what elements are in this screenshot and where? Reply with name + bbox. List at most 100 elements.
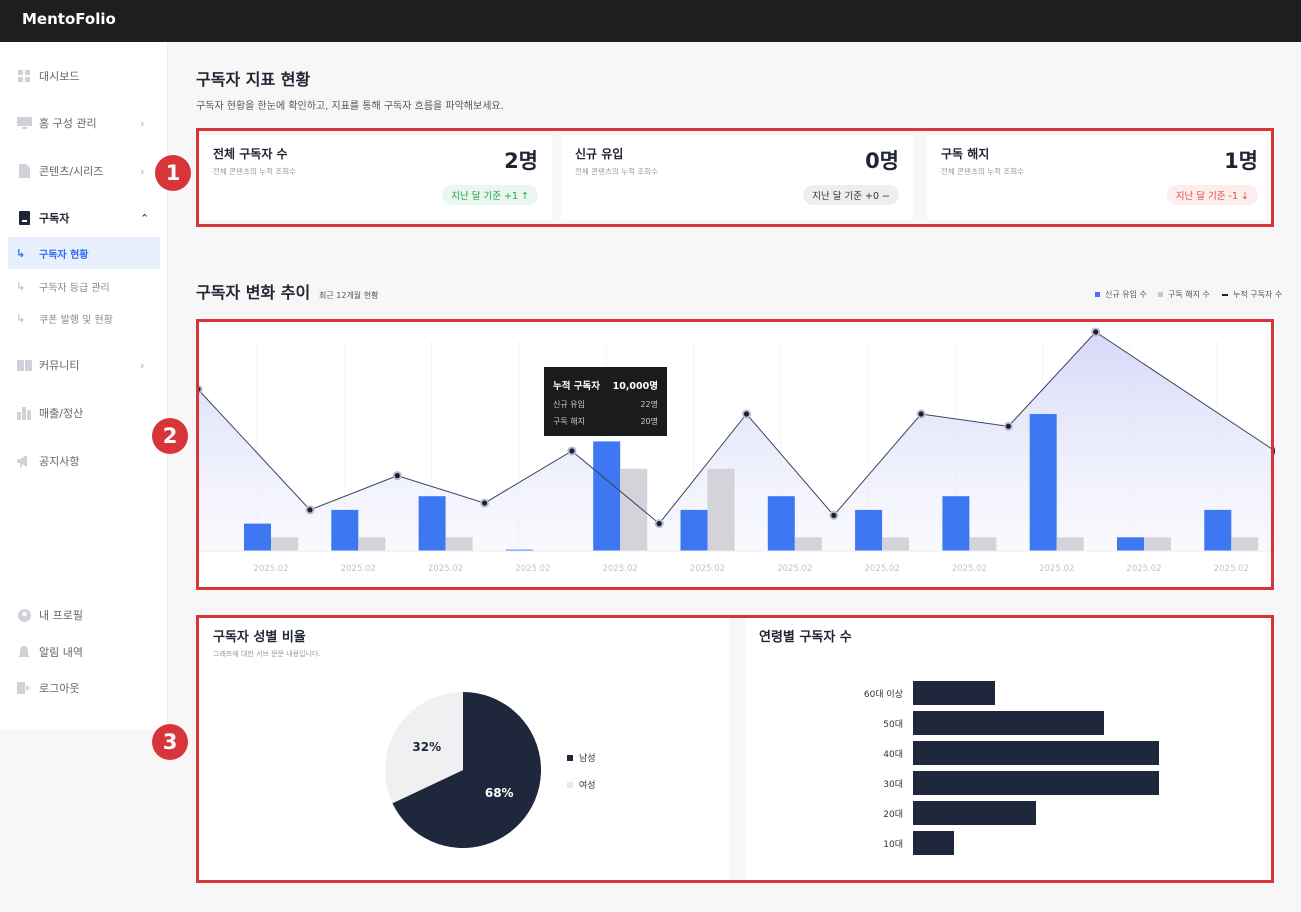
sidebar-item-label: 로그아웃 bbox=[39, 682, 80, 695]
sidebar-item-label: 알림 내역 bbox=[39, 646, 83, 659]
sub-arrow-icon: ↳ bbox=[16, 279, 26, 293]
logout-icon bbox=[16, 681, 32, 695]
trend-title: 구독자 변화 추이 bbox=[196, 283, 311, 302]
card-value: 0명 bbox=[865, 149, 899, 173]
bar-new-subscribers bbox=[1029, 414, 1057, 551]
legend-label: 남성 bbox=[579, 754, 596, 764]
sidebar-item-logout[interactable]: 로그아웃 bbox=[0, 672, 160, 704]
line-point bbox=[743, 411, 750, 417]
bar-cancelled-subscribers bbox=[1231, 537, 1259, 551]
line-point bbox=[1093, 329, 1099, 335]
sidebar-item-dashboard[interactable]: 대시보드 bbox=[0, 60, 160, 92]
gender-pie-svg: 68% 32% bbox=[385, 692, 541, 848]
card-subtitle: 전체 콘텐츠의 누적 조회수 bbox=[575, 167, 659, 176]
sidebar-item-subscriber[interactable]: 구독자 ⌃ bbox=[0, 202, 160, 234]
age-bar bbox=[913, 801, 1036, 825]
sidebar-item-label: 홈 구성 관리 bbox=[39, 117, 97, 130]
card-value: 2명 bbox=[504, 149, 538, 173]
bar-new-subscribers bbox=[244, 523, 271, 551]
chevron-right-icon: › bbox=[140, 358, 145, 372]
bar-new-subscribers bbox=[855, 509, 883, 551]
line-point bbox=[918, 411, 924, 417]
age-bar bbox=[913, 771, 1159, 795]
bar-cancelled-subscribers bbox=[271, 537, 298, 551]
marker-2: 2 bbox=[152, 418, 188, 454]
bar-new-subscribers bbox=[331, 509, 359, 551]
legend-label: 누적 구독자 수 bbox=[1233, 290, 1283, 299]
sidebar-item-label: 콘텐츠/시리즈 bbox=[39, 165, 104, 178]
sidebar-subitem-coupon[interactable]: ↳ 쿠폰 발행 및 현황 bbox=[0, 302, 160, 334]
chart-tooltip: 누적 구독자 10,000명 신규 유입 22명 구독 해지 20명 bbox=[544, 367, 667, 436]
age-category-label: 50대 bbox=[883, 720, 903, 730]
tooltip-label: 구독 해지 bbox=[553, 417, 585, 426]
sidebar-item-sales[interactable]: 매출/정산 bbox=[0, 397, 160, 429]
age-category-label: 30대 bbox=[883, 780, 903, 790]
monitor-icon bbox=[16, 116, 32, 130]
page-title: 구독자 지표 현황 bbox=[196, 70, 311, 89]
pie-legend-male: 남성 bbox=[567, 751, 596, 764]
bar-cancelled-subscribers bbox=[707, 468, 735, 551]
trend-subtitle: 최근 12개월 현황 bbox=[319, 291, 379, 300]
grid-icon bbox=[16, 69, 32, 83]
sidebar-item-label: 구독자 bbox=[39, 212, 70, 225]
chevron-right-icon: › bbox=[140, 116, 145, 130]
chevron-up-icon: ⌃ bbox=[140, 211, 150, 225]
line-point bbox=[307, 507, 313, 513]
bar-new-subscribers bbox=[593, 441, 621, 551]
bar-new-subscribers bbox=[1204, 509, 1232, 551]
bell-icon bbox=[16, 645, 32, 659]
card-value: 1명 bbox=[1224, 149, 1258, 173]
bar-cancelled-subscribers bbox=[1056, 537, 1084, 551]
legend-cumulative: 누적 구독자 수 bbox=[1222, 289, 1282, 300]
age-category-label: 10대 bbox=[883, 840, 903, 850]
age-panel: 연령별 구독자 수 60대 이상 50대 40대 30대 20대 10대 bbox=[745, 617, 1272, 882]
sidebar-item-profile[interactable]: 내 프로필 bbox=[0, 599, 160, 631]
trend-badge: 지난 달 기준 +0 − bbox=[803, 185, 899, 205]
document-icon bbox=[16, 164, 32, 178]
megaphone-icon bbox=[16, 454, 32, 468]
card-subtitle: 전체 콘텐츠의 누적 조회수 bbox=[941, 167, 1025, 176]
x-tick-label: 2025.02 bbox=[1039, 564, 1074, 574]
bar-cancelled-subscribers bbox=[969, 537, 997, 551]
sidebar-item-home-config[interactable]: 홈 구성 관리 › bbox=[0, 107, 160, 139]
line-point bbox=[656, 521, 662, 527]
sidebar-subitem-subscriber-status[interactable]: ↳ 구독자 현황 bbox=[8, 237, 160, 269]
legend-new: 신규 유입 수 bbox=[1095, 289, 1147, 300]
app-logo[interactable]: MentoFolio bbox=[22, 10, 116, 28]
bar-new-subscribers bbox=[767, 496, 795, 551]
profile-icon bbox=[16, 608, 32, 622]
top-bar: MentoFolio bbox=[0, 0, 1301, 42]
sidebar-item-content-series[interactable]: 콘텐츠/시리즈 › bbox=[0, 155, 160, 187]
sidebar-subitem-label: 구독자 등급 관리 bbox=[39, 282, 110, 294]
bar-new-subscribers bbox=[418, 496, 446, 551]
line-point bbox=[569, 448, 575, 454]
stat-card-new: 신규 유입 전체 콘텐츠의 누적 조회수 0명 지난 달 기준 +0 − bbox=[561, 135, 913, 220]
sidebar-item-label: 커뮤니티 bbox=[39, 359, 80, 372]
tooltip-title-value: 10,000명 bbox=[612, 381, 658, 392]
sidebar-item-label: 매출/정산 bbox=[39, 407, 84, 420]
sub-arrow-icon: ↳ bbox=[16, 311, 26, 325]
x-tick-label: 2025.02 bbox=[690, 564, 725, 574]
marker-1: 1 bbox=[155, 155, 191, 191]
stat-card-cancel: 구독 해지 전체 콘텐츠의 누적 조회수 1명 지난 달 기준 -1 ↓ bbox=[927, 135, 1272, 220]
age-category-label: 60대 이상 bbox=[863, 690, 903, 700]
sidebar-item-notice[interactable]: 공지사항 bbox=[0, 445, 160, 477]
sub-arrow-icon: ↳ bbox=[16, 246, 26, 260]
sidebar-subitem-label: 쿠폰 발행 및 현황 bbox=[39, 314, 113, 326]
sidebar-subitem-grade[interactable]: ↳ 구독자 등급 관리 bbox=[0, 270, 160, 302]
x-tick-label: 2025.02 bbox=[1126, 564, 1161, 574]
legend-swatch bbox=[1222, 293, 1228, 296]
card-title: 전체 구독자 수 bbox=[213, 147, 288, 161]
trend-badge: 지난 달 기준 +1 ↑ bbox=[442, 185, 538, 205]
line-point bbox=[482, 500, 488, 506]
x-tick-label: 2025.02 bbox=[865, 564, 900, 574]
stat-card-total: 전체 구독자 수 전체 콘텐츠의 누적 조회수 2명 지난 달 기준 +1 ↑ bbox=[199, 135, 552, 220]
sidebar-item-notifications[interactable]: 알림 내역 bbox=[0, 636, 160, 668]
trend-chart: 2025.02 2025.02 2025.02 2025.02 2025.02 2025.… bbox=[193, 322, 1280, 587]
age-bar bbox=[913, 741, 1159, 765]
line-point bbox=[394, 473, 400, 479]
bar-new-subscribers bbox=[942, 496, 970, 551]
sidebar-item-community[interactable]: 커뮤니티 › bbox=[0, 349, 160, 381]
gender-panel: 구독자 성별 비율 그래프에 대한 서브 문문 내용입니다. 68% 32% 남성… bbox=[199, 617, 729, 882]
x-tick-label: 2025.02 bbox=[341, 564, 376, 574]
